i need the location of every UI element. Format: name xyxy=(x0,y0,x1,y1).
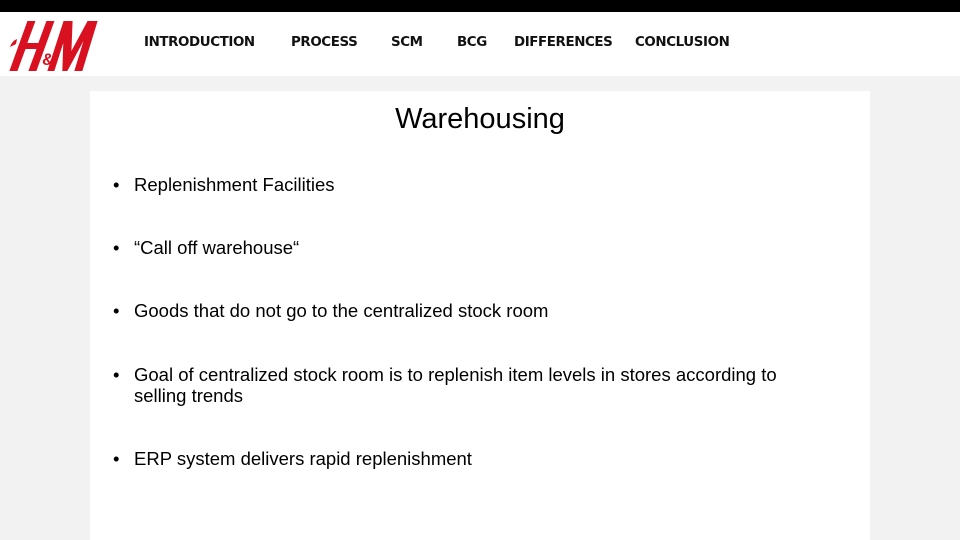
bullet-dot-icon: • xyxy=(113,300,120,321)
bullet-text: “Call off warehouse“ xyxy=(134,237,300,258)
bullet-text: ERP system delivers rapid replenishment xyxy=(134,448,472,469)
hm-logo[interactable]: & xyxy=(8,17,98,75)
bullet-item: • Replenishment Facilities xyxy=(113,174,843,195)
bullet-dot-icon: • xyxy=(113,174,120,195)
nav-conclusion[interactable]: CONCLUSION xyxy=(635,35,730,50)
bullet-text: Goal of centralized stock room is to rep… xyxy=(134,364,777,406)
nav-process[interactable]: PROCESS xyxy=(291,35,358,50)
bullet-text: Replenishment Facilities xyxy=(134,174,335,195)
bullet-text: Goods that do not go to the centralized … xyxy=(134,300,549,321)
slide-title: Warehousing xyxy=(395,103,565,135)
nav-bcg[interactable]: BCG xyxy=(457,35,487,50)
nav-introduction[interactable]: INTRODUCTION xyxy=(144,35,255,50)
nav-scm[interactable]: SCM xyxy=(391,35,423,50)
bullet-item: • Goal of centralized stock room is to r… xyxy=(113,364,843,406)
bullet-dot-icon: • xyxy=(113,237,120,258)
bullet-item: • Goods that do not go to the centralize… xyxy=(113,300,843,321)
top-black-bar xyxy=(0,0,960,12)
bullet-item: • “Call off warehouse“ xyxy=(113,237,843,258)
bullet-item: • ERP system delivers rapid replenishmen… xyxy=(113,448,843,469)
bullet-dot-icon: • xyxy=(113,448,120,469)
bullet-dot-icon: • xyxy=(113,364,120,385)
nav-differences[interactable]: DIFFERENCES xyxy=(514,35,613,50)
